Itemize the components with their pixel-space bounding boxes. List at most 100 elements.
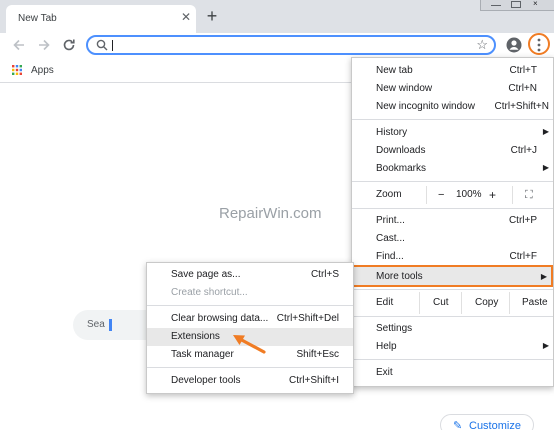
menu-item-settings[interactable]: Settings [352, 320, 553, 338]
zoom-divider [512, 186, 513, 204]
submenu-arrow-icon: ▶ [542, 163, 549, 172]
restore-icon[interactable] [511, 1, 521, 8]
zoom-in-button[interactable]: + [489, 188, 496, 202]
submenu-item-developer-tools[interactable]: Developer tools Ctrl+Shift+I [147, 372, 353, 390]
submenu-item-label: Task manager [171, 349, 234, 360]
toolbar: ☆ [0, 33, 554, 57]
close-tab-icon[interactable]: ✕ [178, 9, 194, 25]
tab-strip: New Tab ✕ + × [0, 0, 554, 33]
submenu-item-create-shortcut[interactable]: Create shortcut... [147, 284, 353, 302]
menu-item-label: New window [376, 83, 433, 94]
customize-label: Customize [469, 420, 521, 430]
menu-item-shortcut: Ctrl+T [509, 65, 538, 76]
bookmark-star-icon[interactable]: ☆ [476, 38, 488, 52]
menu-item-label: Cast... [376, 233, 405, 244]
address-bar[interactable]: ☆ [86, 35, 496, 55]
text-cursor [112, 40, 113, 51]
back-icon[interactable] [11, 37, 27, 53]
fullscreen-icon[interactable]: ⛶ [525, 189, 533, 202]
minimize-icon[interactable] [491, 0, 501, 6]
window-controls: × [480, 0, 554, 11]
menu-separator [352, 359, 553, 360]
menu-item-exit[interactable]: Exit [352, 364, 553, 382]
new-tab-button[interactable]: + [202, 6, 222, 26]
chrome-main-menu: New tab Ctrl+T New window Ctrl+N New inc… [351, 57, 554, 387]
copy-button[interactable]: Copy [475, 297, 498, 308]
apps-grid-icon[interactable] [12, 65, 22, 75]
menu-item-downloads[interactable]: Downloads Ctrl+J [352, 142, 553, 160]
menu-item-label: More tools [376, 271, 423, 282]
menu-item-label: Settings [376, 323, 413, 334]
chrome-menu-button[interactable] [528, 33, 550, 55]
menu-separator [147, 305, 353, 306]
tab-title: New Tab [18, 13, 57, 24]
ntp-search-placeholder: Sea [87, 319, 105, 330]
menu-separator [352, 181, 553, 182]
menu-item-new-tab[interactable]: New tab Ctrl+T [352, 62, 553, 80]
search-icon [96, 39, 108, 51]
menu-item-label: New incognito window [376, 101, 475, 112]
menu-item-label: Print... [376, 215, 405, 226]
close-window-icon[interactable]: × [533, 0, 543, 8]
apps-bookmark[interactable]: Apps [31, 65, 54, 76]
submenu-item-save-page[interactable]: Save page as... Ctrl+S [147, 266, 353, 284]
menu-item-print[interactable]: Print... Ctrl+P [352, 212, 553, 230]
menu-item-shortcut: Ctrl+F [509, 251, 538, 262]
menu-item-new-incognito-window[interactable]: New incognito window Ctrl+Shift+N [352, 98, 553, 116]
edit-divider [419, 292, 420, 314]
submenu-item-label: Extensions [171, 331, 220, 342]
menu-item-bookmarks[interactable]: Bookmarks ▶ [352, 160, 553, 178]
paste-button[interactable]: Paste [522, 297, 548, 308]
submenu-arrow-icon: ▶ [542, 341, 549, 350]
submenu-item-label: Create shortcut... [171, 287, 248, 298]
edit-divider [509, 292, 510, 314]
annotation-arrow-icon [233, 335, 266, 354]
menu-item-shortcut: Ctrl+J [510, 145, 537, 156]
edit-label: Edit [376, 297, 394, 308]
submenu-item-label: Developer tools [171, 375, 241, 386]
menu-item-shortcut: Ctrl+N [508, 83, 537, 94]
menu-item-shortcut: Ctrl+Shift+N [494, 101, 549, 112]
menu-item-help[interactable]: Help ▶ [352, 338, 553, 356]
submenu-item-shortcut: Shift+Esc [296, 349, 339, 360]
watermark-text: RepairWin.com [219, 205, 322, 222]
menu-item-more-tools[interactable]: More tools ▶ [352, 265, 553, 287]
zoom-out-button[interactable]: − [438, 189, 444, 201]
profile-avatar-icon[interactable] [506, 37, 522, 53]
menu-item-history[interactable]: History ▶ [352, 124, 553, 142]
menu-item-label: Exit [376, 367, 393, 378]
menu-separator [352, 289, 553, 290]
menu-separator [352, 316, 553, 317]
menu-separator [147, 367, 353, 368]
zoom-divider [426, 186, 427, 204]
submenu-arrow-icon: ▶ [542, 127, 549, 136]
menu-item-find[interactable]: Find... Ctrl+F [352, 248, 553, 266]
cut-button[interactable]: Cut [433, 297, 449, 308]
more-tools-submenu: Save page as... Ctrl+S Create shortcut..… [146, 262, 354, 394]
zoom-level: 100% [456, 189, 482, 200]
menu-item-new-window[interactable]: New window Ctrl+N [352, 80, 553, 98]
submenu-item-shortcut: Ctrl+Shift+Del [276, 313, 339, 324]
submenu-item-label: Save page as... [171, 269, 241, 280]
forward-icon[interactable] [36, 37, 52, 53]
zoom-label: Zoom [376, 189, 402, 200]
pencil-icon: ✎ [453, 420, 463, 430]
submenu-item-clear-browsing-data[interactable]: Clear browsing data... Ctrl+Shift+Del [147, 310, 353, 328]
submenu-item-shortcut: Ctrl+S [310, 269, 339, 280]
menu-item-label: Downloads [376, 145, 426, 156]
menu-separator [352, 208, 553, 209]
tab-new-tab[interactable]: New Tab ✕ [6, 5, 196, 33]
menu-row-edit: Edit Cut Copy Paste [352, 292, 553, 314]
menu-separator [352, 119, 553, 120]
reload-icon[interactable] [61, 37, 77, 53]
submenu-item-label: Clear browsing data... [171, 313, 269, 324]
submenu-arrow-icon: ▶ [540, 272, 547, 281]
edit-divider [461, 292, 462, 314]
menu-item-label: Find... [376, 251, 404, 262]
submenu-item-shortcut: Ctrl+Shift+I [288, 375, 339, 386]
text-cursor [109, 319, 112, 331]
menu-item-cast[interactable]: Cast... [352, 230, 553, 248]
menu-item-label: Bookmarks [376, 163, 427, 174]
menu-item-shortcut: Ctrl+P [508, 215, 537, 226]
customize-button[interactable]: ✎ Customize [440, 414, 534, 430]
